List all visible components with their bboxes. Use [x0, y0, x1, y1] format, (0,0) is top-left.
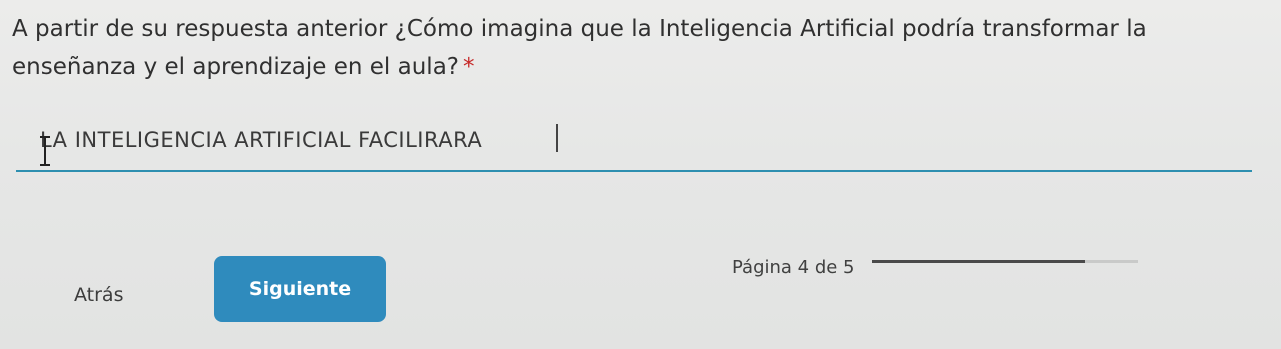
back-button[interactable]: Atrás — [74, 284, 123, 306]
progress-bar — [872, 260, 1138, 263]
answer-input[interactable] — [40, 124, 1230, 156]
text-caret — [556, 124, 558, 152]
page-indicator: Página 4 de 5 — [732, 257, 855, 278]
progress-bar-fill — [872, 260, 1085, 263]
answer-underline — [16, 170, 1252, 172]
next-button[interactable]: Siguiente — [214, 256, 386, 322]
answer-field[interactable] — [16, 118, 1252, 174]
required-asterisk: * — [463, 54, 475, 80]
next-button-label: Siguiente — [248, 278, 352, 300]
question-title: A partir de su respuesta anterior ¿Cómo … — [12, 10, 1252, 86]
i-beam-cursor-icon — [40, 136, 50, 166]
question-text: A partir de su respuesta anterior ¿Cómo … — [12, 16, 1147, 80]
